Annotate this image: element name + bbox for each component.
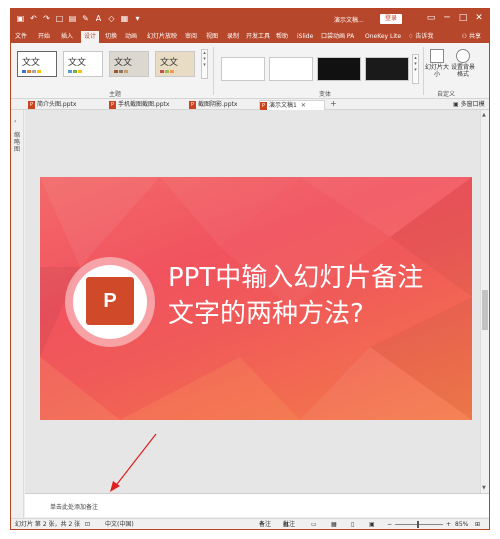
- tab-insert[interactable]: 插入: [61, 31, 73, 43]
- expand-arrow-icon[interactable]: ›: [14, 118, 16, 125]
- fit-to-window-icon[interactable]: ⊞: [475, 519, 480, 529]
- doc-tab[interactable]: P 手机截图截图.pptx: [109, 100, 169, 110]
- ribbon-display-icon[interactable]: ▭: [425, 12, 437, 24]
- tab-transitions[interactable]: 切换: [105, 31, 117, 43]
- customize-qat-icon[interactable]: ▾: [132, 13, 143, 24]
- share-button[interactable]: ⚇ 共享: [462, 31, 481, 43]
- pptx-file-icon: P: [109, 101, 116, 109]
- variant-gallery-scroll[interactable]: ▴ ▾ ▾: [412, 54, 419, 84]
- thumbnail-rail[interactable]: › 缩略图: [11, 110, 24, 518]
- quick-access-toolbar: ▣ ↶ ↷ □ ▤ ✎ A ◇ ▦ ▾: [15, 13, 143, 24]
- slide-size-icon: [430, 49, 444, 63]
- new-tab-button[interactable]: +: [330, 99, 337, 109]
- redo-icon[interactable]: ↷: [41, 13, 52, 24]
- theme-2[interactable]: 文文: [63, 51, 103, 77]
- scroll-down-icon[interactable]: ▼: [482, 485, 486, 491]
- login-button[interactable]: 登录: [380, 14, 402, 24]
- maximize-icon[interactable]: □: [457, 12, 469, 24]
- ribbon-design: 文文 文文 文文 文文 ▴ ▾ ▾ 主题 ▴ ▾ ▾ 变体 幻灯片大小 设置背景…: [11, 43, 489, 99]
- ribbon-tabs: 文件 开始 插入 设计 切换 动画 幻灯片放映 审阅 视图 录制 开发工具 帮助…: [11, 29, 489, 43]
- notes-placeholder[interactable]: 单击此处添加备注: [50, 502, 98, 511]
- close-icon[interactable]: ✕: [473, 12, 485, 24]
- tab-slideshow[interactable]: 幻灯片放映: [147, 31, 177, 43]
- tab-file[interactable]: 文件: [15, 31, 27, 43]
- doc-tab[interactable]: P 截图阴影.pptx: [189, 100, 237, 110]
- vertical-scrollbar[interactable]: ▲ ▼: [480, 110, 489, 493]
- undo-icon[interactable]: ↶: [28, 13, 39, 24]
- tab-record[interactable]: 录制: [227, 31, 239, 43]
- new-icon[interactable]: □: [54, 13, 65, 24]
- tab-developer[interactable]: 开发工具: [246, 31, 270, 43]
- slide-size-button[interactable]: 幻灯片大小: [425, 49, 449, 78]
- document-title: 演示文稿...: [334, 17, 364, 24]
- zoom-slider-knob[interactable]: [417, 521, 419, 528]
- zoom-in-icon[interactable]: +: [446, 519, 451, 529]
- format-background-icon: [456, 49, 470, 63]
- tab-tell-me[interactable]: ♢ 告诉我: [408, 31, 433, 43]
- pptx-file-icon: P: [28, 101, 35, 109]
- doc-tab[interactable]: P 简介头图.pptx: [28, 100, 76, 110]
- tab-onekey-lite[interactable]: OneKey Lite: [365, 31, 401, 43]
- status-bar: 幻灯片 第 2 张，共 2 张 ⊡ 中文(中国) ≜ 备注 ▤ 批注 ▭ ▦ ▯…: [11, 518, 489, 529]
- zoom-out-icon[interactable]: −: [387, 519, 392, 529]
- spellcheck-icon[interactable]: ⊡: [85, 519, 90, 529]
- scrollbar-thumb[interactable]: [482, 290, 488, 330]
- format-painter-icon[interactable]: ✎: [80, 13, 91, 24]
- scroll-up-icon[interactable]: ▲: [482, 112, 486, 118]
- tab-islide[interactable]: iSlide: [297, 31, 313, 43]
- open-icon[interactable]: ▤: [67, 13, 78, 24]
- variant-1[interactable]: [221, 57, 265, 81]
- theme-3[interactable]: 文文: [109, 51, 149, 77]
- title-bar: ▣ ↶ ↷ □ ▤ ✎ A ◇ ▦ ▾ 演示文稿... 登录 ▭ ─ □ ✕: [11, 9, 489, 29]
- slide-title-line-1: PPT中输入幻灯片备注: [168, 263, 424, 293]
- zoom-level[interactable]: 85%: [455, 519, 468, 529]
- format-background-button[interactable]: 设置背景格式: [451, 49, 475, 78]
- tab-help[interactable]: 帮助: [276, 31, 288, 43]
- slide-counter: 幻灯片 第 2 张，共 2 张: [15, 521, 81, 528]
- tab-pocket-animation[interactable]: 口袋动画 PA: [321, 31, 354, 43]
- window-controls: ▭ ─ □ ✕: [425, 12, 485, 24]
- theme-4[interactable]: 文文: [155, 51, 195, 77]
- tab-home[interactable]: 开始: [38, 31, 50, 43]
- pptx-file-icon: P: [260, 102, 267, 110]
- tab-animations[interactable]: 动画: [125, 31, 137, 43]
- close-tab-icon[interactable]: ✕: [301, 102, 306, 109]
- powerpoint-logo-icon: P: [86, 277, 134, 325]
- slide-sorter-icon[interactable]: ▦: [331, 519, 337, 529]
- tab-view[interactable]: 视图: [206, 31, 218, 43]
- reading-view-icon[interactable]: ▯: [351, 519, 354, 529]
- group-label-custom: 自定义: [437, 91, 456, 98]
- variant-3[interactable]: [317, 57, 361, 81]
- normal-view-icon[interactable]: ▭: [311, 519, 317, 529]
- text-icon[interactable]: A: [93, 13, 104, 24]
- window-icon: ▣: [453, 101, 459, 108]
- thumbnail-rail-label: 缩略图: [14, 132, 21, 153]
- shapes-icon[interactable]: ◇: [106, 13, 117, 24]
- person-icon: ⚇: [461, 33, 468, 40]
- save-icon[interactable]: ▣: [15, 13, 26, 24]
- lightbulb-icon: ♢: [408, 33, 414, 40]
- variant-2[interactable]: [269, 57, 313, 81]
- variant-4[interactable]: [365, 57, 409, 81]
- document-tabs: P 简介头图.pptx P 手机截图截图.pptx P 截图阴影.pptx P 演示文稿…: [11, 99, 489, 118]
- slide-title[interactable]: PPT中输入幻灯片备注 文字的两种方法?: [168, 260, 468, 332]
- pptx-file-icon: P: [189, 101, 196, 109]
- notes-pane[interactable]: 单击此处添加备注: [25, 493, 489, 517]
- slide[interactable]: P PPT中输入幻灯片备注 文字的两种方法?: [40, 177, 472, 420]
- language-indicator[interactable]: 中文(中国): [105, 519, 134, 529]
- theme-office[interactable]: 文文: [17, 51, 57, 77]
- zoom-slider[interactable]: [395, 524, 443, 525]
- tab-review[interactable]: 审阅: [185, 31, 197, 43]
- tab-design[interactable]: 设计: [81, 31, 100, 43]
- group-label-variant: 变体: [319, 91, 332, 98]
- theme-gallery-scroll[interactable]: ▴ ▾ ▾: [201, 49, 208, 79]
- annotation-arrow: [110, 433, 157, 492]
- group-label-theme: 主题: [109, 91, 122, 98]
- minimize-icon[interactable]: ─: [441, 12, 453, 24]
- doc-tab-active[interactable]: P 演示文稿1 ✕: [259, 100, 325, 110]
- slide-title-line-2: 文字的两种方法?: [168, 299, 364, 329]
- grid-icon[interactable]: ▦: [119, 13, 130, 24]
- slideshow-icon[interactable]: ▣: [369, 519, 375, 529]
